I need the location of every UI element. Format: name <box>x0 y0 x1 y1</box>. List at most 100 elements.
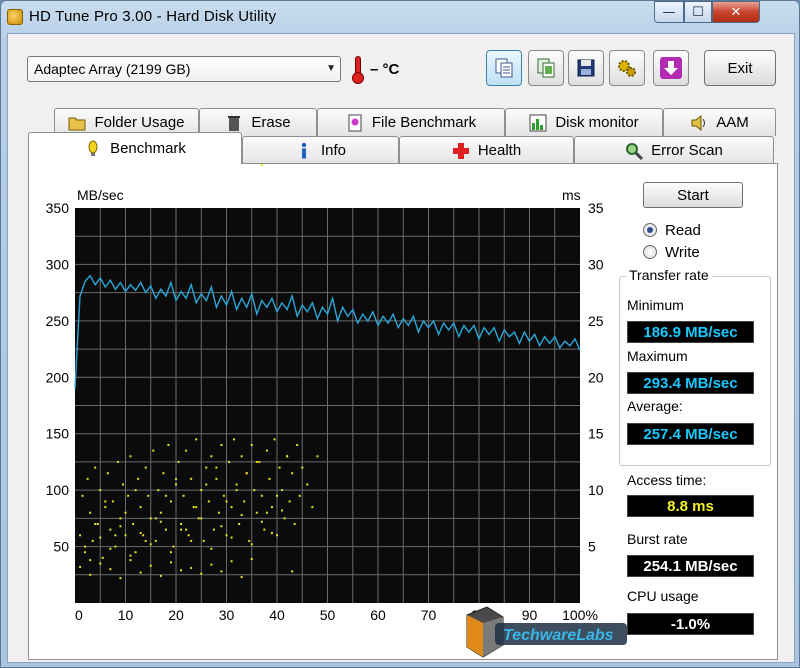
write-radio[interactable]: Write <box>643 242 753 262</box>
access-time-point <box>190 567 193 570</box>
folder-icon <box>68 117 86 130</box>
access-time-point <box>278 466 281 469</box>
tab-info[interactable]: Info <box>242 136 399 164</box>
y-right-tick-label: 5 <box>588 539 596 555</box>
exit-button[interactable]: Exit <box>704 50 776 86</box>
access-time-point <box>215 477 218 480</box>
access-time-point <box>94 466 97 469</box>
copy-text-button[interactable] <box>486 50 522 86</box>
access-time-point <box>81 494 84 497</box>
gears-icon <box>618 60 636 77</box>
maximize-button[interactable]: ☐ <box>684 1 712 23</box>
access-time-point <box>273 438 276 441</box>
access-time-point <box>114 545 117 548</box>
title-bar[interactable]: HD Tune Pro 3.00 - Hard Disk Utility — ☐… <box>1 1 800 33</box>
drive-select[interactable]: Adaptec Array (2199 GB) ▼ <box>27 56 341 82</box>
copy-screenshot-button[interactable] <box>528 50 564 86</box>
tab-benchmark[interactable]: Benchmark <box>28 132 242 164</box>
access-time-point <box>79 534 82 537</box>
access-time-point <box>154 539 157 542</box>
access-time-point <box>99 489 102 492</box>
cpu-usage-value: -1.0% <box>627 613 754 635</box>
y-left-tick-label: 50 <box>53 539 69 555</box>
minimize-button[interactable]: — <box>654 1 684 23</box>
x-tick-label: 30 <box>219 607 235 623</box>
access-time-point <box>202 539 205 542</box>
access-time-point <box>185 528 188 531</box>
x-tick-label: 70 <box>421 607 437 623</box>
access-time-point <box>260 164 263 166</box>
options-button[interactable] <box>609 50 645 86</box>
y-left-tick-label: 200 <box>46 369 70 385</box>
access-time-point <box>129 455 132 458</box>
magnifier-icon <box>626 142 644 160</box>
access-time-point <box>270 506 273 509</box>
access-time-point <box>89 559 92 562</box>
access-time-point <box>162 472 165 475</box>
tab-aam[interactable]: AAM <box>663 108 776 136</box>
tab-file-benchmark[interactable]: File Benchmark <box>317 108 505 136</box>
access-time-point <box>109 528 112 531</box>
y-right-tick-label: 15 <box>588 426 604 442</box>
minimum-label: Minimum <box>627 297 684 313</box>
techwarelabs-watermark: TechwareLabs <box>447 605 637 663</box>
tab-info-label: Info <box>320 142 347 159</box>
tab-health[interactable]: Health <box>399 136 574 164</box>
access-time-point <box>142 534 145 537</box>
save-button[interactable] <box>568 50 604 86</box>
maximum-value: 293.4 MB/sec <box>627 372 754 394</box>
access-time-point <box>177 460 180 463</box>
y-right-tick-label: 25 <box>588 313 604 329</box>
access-time-point <box>258 460 261 463</box>
access-time-point <box>159 511 162 514</box>
access-time-point <box>293 523 296 525</box>
access-time-point <box>222 494 225 497</box>
access-time-point <box>121 483 124 486</box>
access-time-point <box>84 551 87 554</box>
temperature-readout: – °C <box>370 61 400 78</box>
close-button[interactable]: ✕ <box>712 1 760 23</box>
tab-erase-label: Erase <box>251 114 291 131</box>
access-time-point <box>316 455 319 458</box>
access-time-point <box>190 477 193 480</box>
y-left-tick-label: 150 <box>46 426 70 442</box>
access-time-point <box>149 564 152 567</box>
tab-error-scan[interactable]: Error Scan <box>574 136 774 164</box>
access-time-point <box>230 506 233 509</box>
access-time-point <box>296 444 299 446</box>
start-button[interactable]: Start <box>643 182 743 208</box>
tab-file-benchmark-label: File Benchmark <box>371 114 477 131</box>
access-time-point <box>301 466 304 469</box>
access-time-point <box>119 525 122 528</box>
access-time-point <box>99 562 102 565</box>
access-time-point <box>263 528 266 531</box>
read-radio[interactable]: Read <box>643 220 753 240</box>
access-time-point <box>129 559 132 562</box>
x-tick-label: 20 <box>168 607 184 623</box>
client-area: Adaptec Array (2199 GB) ▼ – °C Exit Fold… <box>7 33 795 663</box>
access-time-point <box>187 534 190 537</box>
exclamation-bulb-icon <box>88 140 98 156</box>
access-time-point <box>175 483 177 486</box>
benchmark-panel: MB/sec ms 50 100 150 200 250 300 350 5 10 15 20 25 30 3… <box>28 163 778 660</box>
read-radio-dot[interactable] <box>643 223 657 237</box>
access-time-point <box>268 477 271 480</box>
download-button[interactable] <box>653 50 689 86</box>
access-time-point <box>250 444 253 446</box>
access-time-label: Access time: <box>627 472 707 488</box>
y-right-tick-label: 20 <box>588 369 604 385</box>
tab-disk-monitor[interactable]: Disk monitor <box>505 108 663 136</box>
access-time-point <box>152 449 155 452</box>
access-time-point <box>230 560 233 563</box>
y-left-tick-label: 300 <box>46 256 70 272</box>
access-time-point <box>182 494 185 497</box>
access-time-point <box>207 500 210 503</box>
access-time-point <box>238 523 241 525</box>
x-tick-label: 50 <box>320 607 336 623</box>
access-time-point <box>96 523 99 525</box>
access-time-point <box>250 543 253 546</box>
access-time-point <box>225 534 228 537</box>
tab-health-label: Health <box>477 142 522 159</box>
write-radio-dot[interactable] <box>643 245 657 259</box>
access-time-point <box>116 460 119 463</box>
